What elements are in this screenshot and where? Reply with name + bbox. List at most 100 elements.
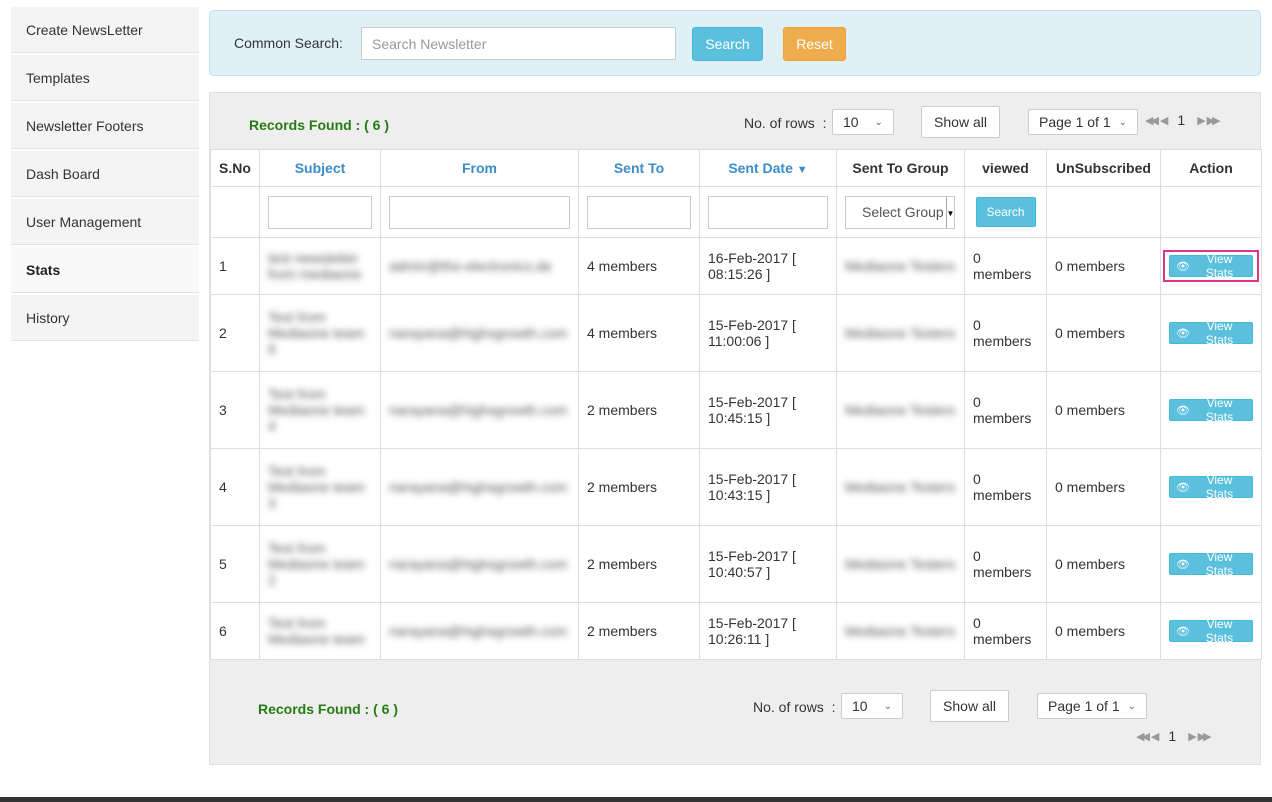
search-button[interactable]: Search [692,27,763,61]
cell-action: 👁 View Stats [1160,602,1262,660]
first-page-icon[interactable]: ◀◀ [1136,730,1150,743]
cell-viewed: 0 members [964,371,1047,449]
next-page-icon[interactable]: ▶ [1197,114,1206,127]
col-header-sent-date[interactable]: Sent Date ▼ [699,149,837,187]
filter-cell-action [1160,186,1262,238]
prev-page-icon[interactable]: ◀ [1151,730,1160,743]
filter-cell-from [380,186,579,238]
cell-sent-date-time: 10:45:15 ] [708,410,771,426]
stats-table: S.No Subject From Sent To Sent Date ▼ Se… [210,149,1262,660]
cell-sent-date-day: 15-Feb-2017 [ [708,471,796,487]
cell-sent-date-day: 15-Feb-2017 [ [708,548,796,564]
cell-from: narayana@highsgrowth.com [380,448,579,526]
cell-sent-date: 15-Feb-2017 [10:26:11 ] [699,602,837,660]
cell-sent-to: 2 members [578,525,700,603]
cell-unsubscribed: 0 members [1046,525,1161,603]
page-select-bottom[interactable]: Page 1 of 1 ⌄ [1037,693,1147,719]
sidebar-item-stats[interactable]: Stats [11,247,199,293]
view-stats-button[interactable]: 👁 View Stats [1169,473,1253,501]
current-page-number[interactable]: 1 [1177,112,1185,128]
cell-action: 👁 View Stats [1160,525,1262,603]
last-page-icon[interactable]: ▶▶ [1198,730,1212,743]
cell-from: admin@the-electronics.de [380,237,579,295]
cell-viewed: 0 members [964,602,1047,660]
cell-sno: 5 [210,525,260,603]
prev-page-icon[interactable]: ◀ [1160,114,1169,127]
next-page-icon[interactable]: ▶ [1188,730,1197,743]
filter-group-select[interactable]: Select Group ▼ [845,195,955,229]
rows-label-bottom: No. of rows : [753,699,836,715]
col-header-viewed: viewed [964,149,1047,187]
sidebar-item-history[interactable]: History [11,295,199,341]
filter-sent-to-input[interactable] [587,195,691,229]
sidebar-item-dashboard[interactable]: Dash Board [11,151,199,197]
current-page-number[interactable]: 1 [1168,728,1176,744]
cell-sno: 2 [210,294,260,372]
cell-sent-date: 15-Feb-2017 [11:00:06 ] [699,294,837,372]
col-header-sno: S.No [210,149,260,187]
cell-sent-to: 2 members [578,448,700,526]
filter-sent-date-input[interactable] [708,195,828,229]
filter-group-select-value: Select Group [862,204,944,220]
common-search-label: Common Search: [234,35,343,51]
col-header-unsubscribed: UnSubscribed [1046,149,1161,187]
table-row: 6 Test from Mediaone team narayana@highs… [210,602,1262,660]
cell-viewed: 0 members [964,448,1047,526]
filter-cell-sent-date [699,186,837,238]
last-page-icon[interactable]: ▶▶ [1207,114,1221,127]
col-header-sent-to[interactable]: Sent To [578,149,700,187]
cell-unsubscribed: 0 members [1046,237,1161,295]
cell-viewed-count: 0 [973,615,981,631]
col-header-from[interactable]: From [380,149,579,187]
cell-viewed-count: 0 [973,471,981,487]
col-header-sent-date-label: Sent Date [728,160,793,176]
eye-icon: 👁 [1176,481,1190,494]
cell-sno: 6 [210,602,260,660]
cell-sent-to: 4 members [578,237,700,295]
view-stats-button[interactable]: 👁 View Stats [1169,319,1253,347]
cell-sent-date-day: 15-Feb-2017 [ [708,394,796,410]
rows-select-top[interactable]: 10 ⌄ [832,109,894,135]
first-page-icon[interactable]: ◀◀ [1145,114,1159,127]
show-all-button-bottom[interactable]: Show all [930,690,1009,722]
sidebar-item-create-newsletter[interactable]: Create NewsLetter [11,7,199,53]
view-stats-button[interactable]: 👁 View Stats [1169,550,1253,578]
cell-sent-date: 16-Feb-2017 [08:15:26 ] [699,237,837,295]
filter-from-input[interactable] [389,195,570,229]
common-search-input[interactable] [361,27,676,60]
cell-sno: 4 [210,448,260,526]
cell-sent-date-time: 08:15:26 ] [708,266,771,282]
reset-button[interactable]: Reset [783,27,846,61]
show-all-button-top[interactable]: Show all [921,106,1000,138]
rows-select-value: 10 [852,698,868,714]
pager-bottom: ◀◀ ◀ 1 ▶ ▶▶ [1136,728,1212,744]
filter-cell-group: Select Group ▼ [836,186,965,238]
cell-viewed-unit: members [973,487,1032,503]
cell-subject: Test from Mediaone team [259,602,381,660]
table-row: 5 Test from Mediaone team 2 narayana@hig… [210,525,1262,603]
cell-sent-date-time: 10:43:15 ] [708,487,771,503]
rows-select-bottom[interactable]: 10 ⌄ [841,693,903,719]
cell-sent-date: 15-Feb-2017 [10:43:15 ] [699,448,837,526]
filter-cell-sent-to [578,186,700,238]
cell-viewed-unit: members [973,410,1032,426]
eye-icon: 👁 [1176,260,1190,273]
cell-from: narayana@highsgrowth.com [380,371,579,449]
view-stats-label: View Stats [1205,252,1234,280]
filter-subject-input[interactable] [268,195,372,229]
page-select-top[interactable]: Page 1 of 1 ⌄ [1028,109,1138,135]
filter-search-button[interactable]: Search [975,197,1036,227]
view-stats-label: View Stats [1205,473,1234,501]
view-stats-button[interactable]: 👁 View Stats [1169,252,1253,280]
col-header-subject[interactable]: Subject [259,149,381,187]
cell-viewed-count: 0 [973,250,981,266]
sidebar-item-newsletter-footers[interactable]: Newsletter Footers [11,103,199,149]
sort-desc-icon: ▼ [796,164,808,176]
view-stats-button[interactable]: 👁 View Stats [1169,396,1253,424]
view-stats-button[interactable]: 👁 View Stats [1169,617,1253,645]
sidebar-item-templates[interactable]: Templates [11,55,199,101]
eye-icon: 👁 [1176,327,1190,340]
action-wrapper: 👁 View Stats [1165,550,1257,578]
sidebar-item-user-management[interactable]: User Management [11,199,199,245]
eye-icon: 👁 [1176,558,1190,571]
